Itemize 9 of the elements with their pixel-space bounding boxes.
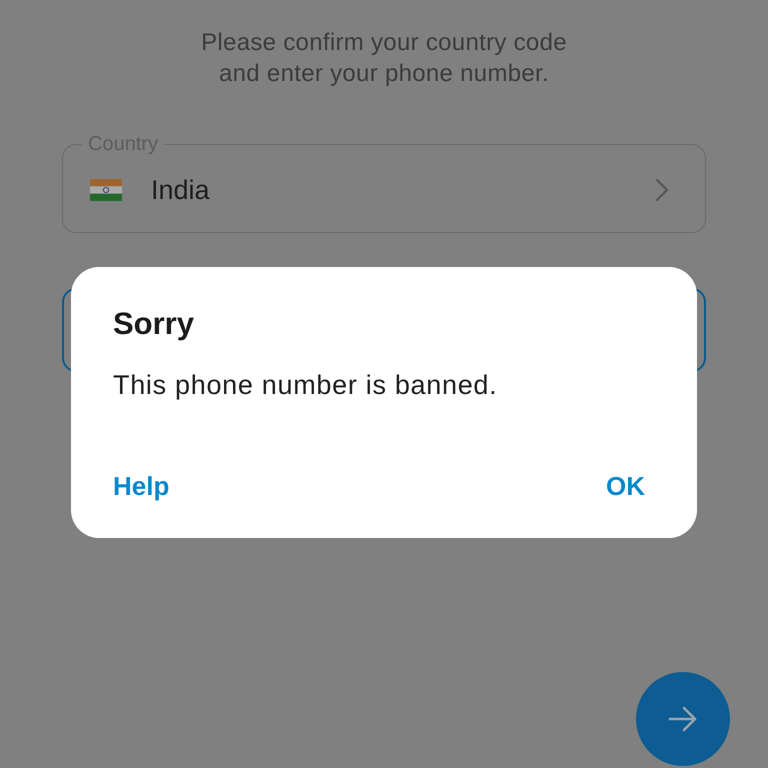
- chevron-right-icon: [655, 178, 669, 202]
- flag-icon: [90, 179, 122, 201]
- dialog-title: Sorry: [113, 305, 195, 343]
- arrow-right-icon: [668, 706, 698, 732]
- country-value: India: [151, 174, 210, 207]
- instruction-text: Please confirm your country code and enter your phone number.: [200, 28, 568, 89]
- dialog-message: This phone number is banned.: [113, 370, 498, 400]
- help-button[interactable]: Help: [113, 469, 170, 503]
- ok-button[interactable]: OK: [606, 469, 645, 503]
